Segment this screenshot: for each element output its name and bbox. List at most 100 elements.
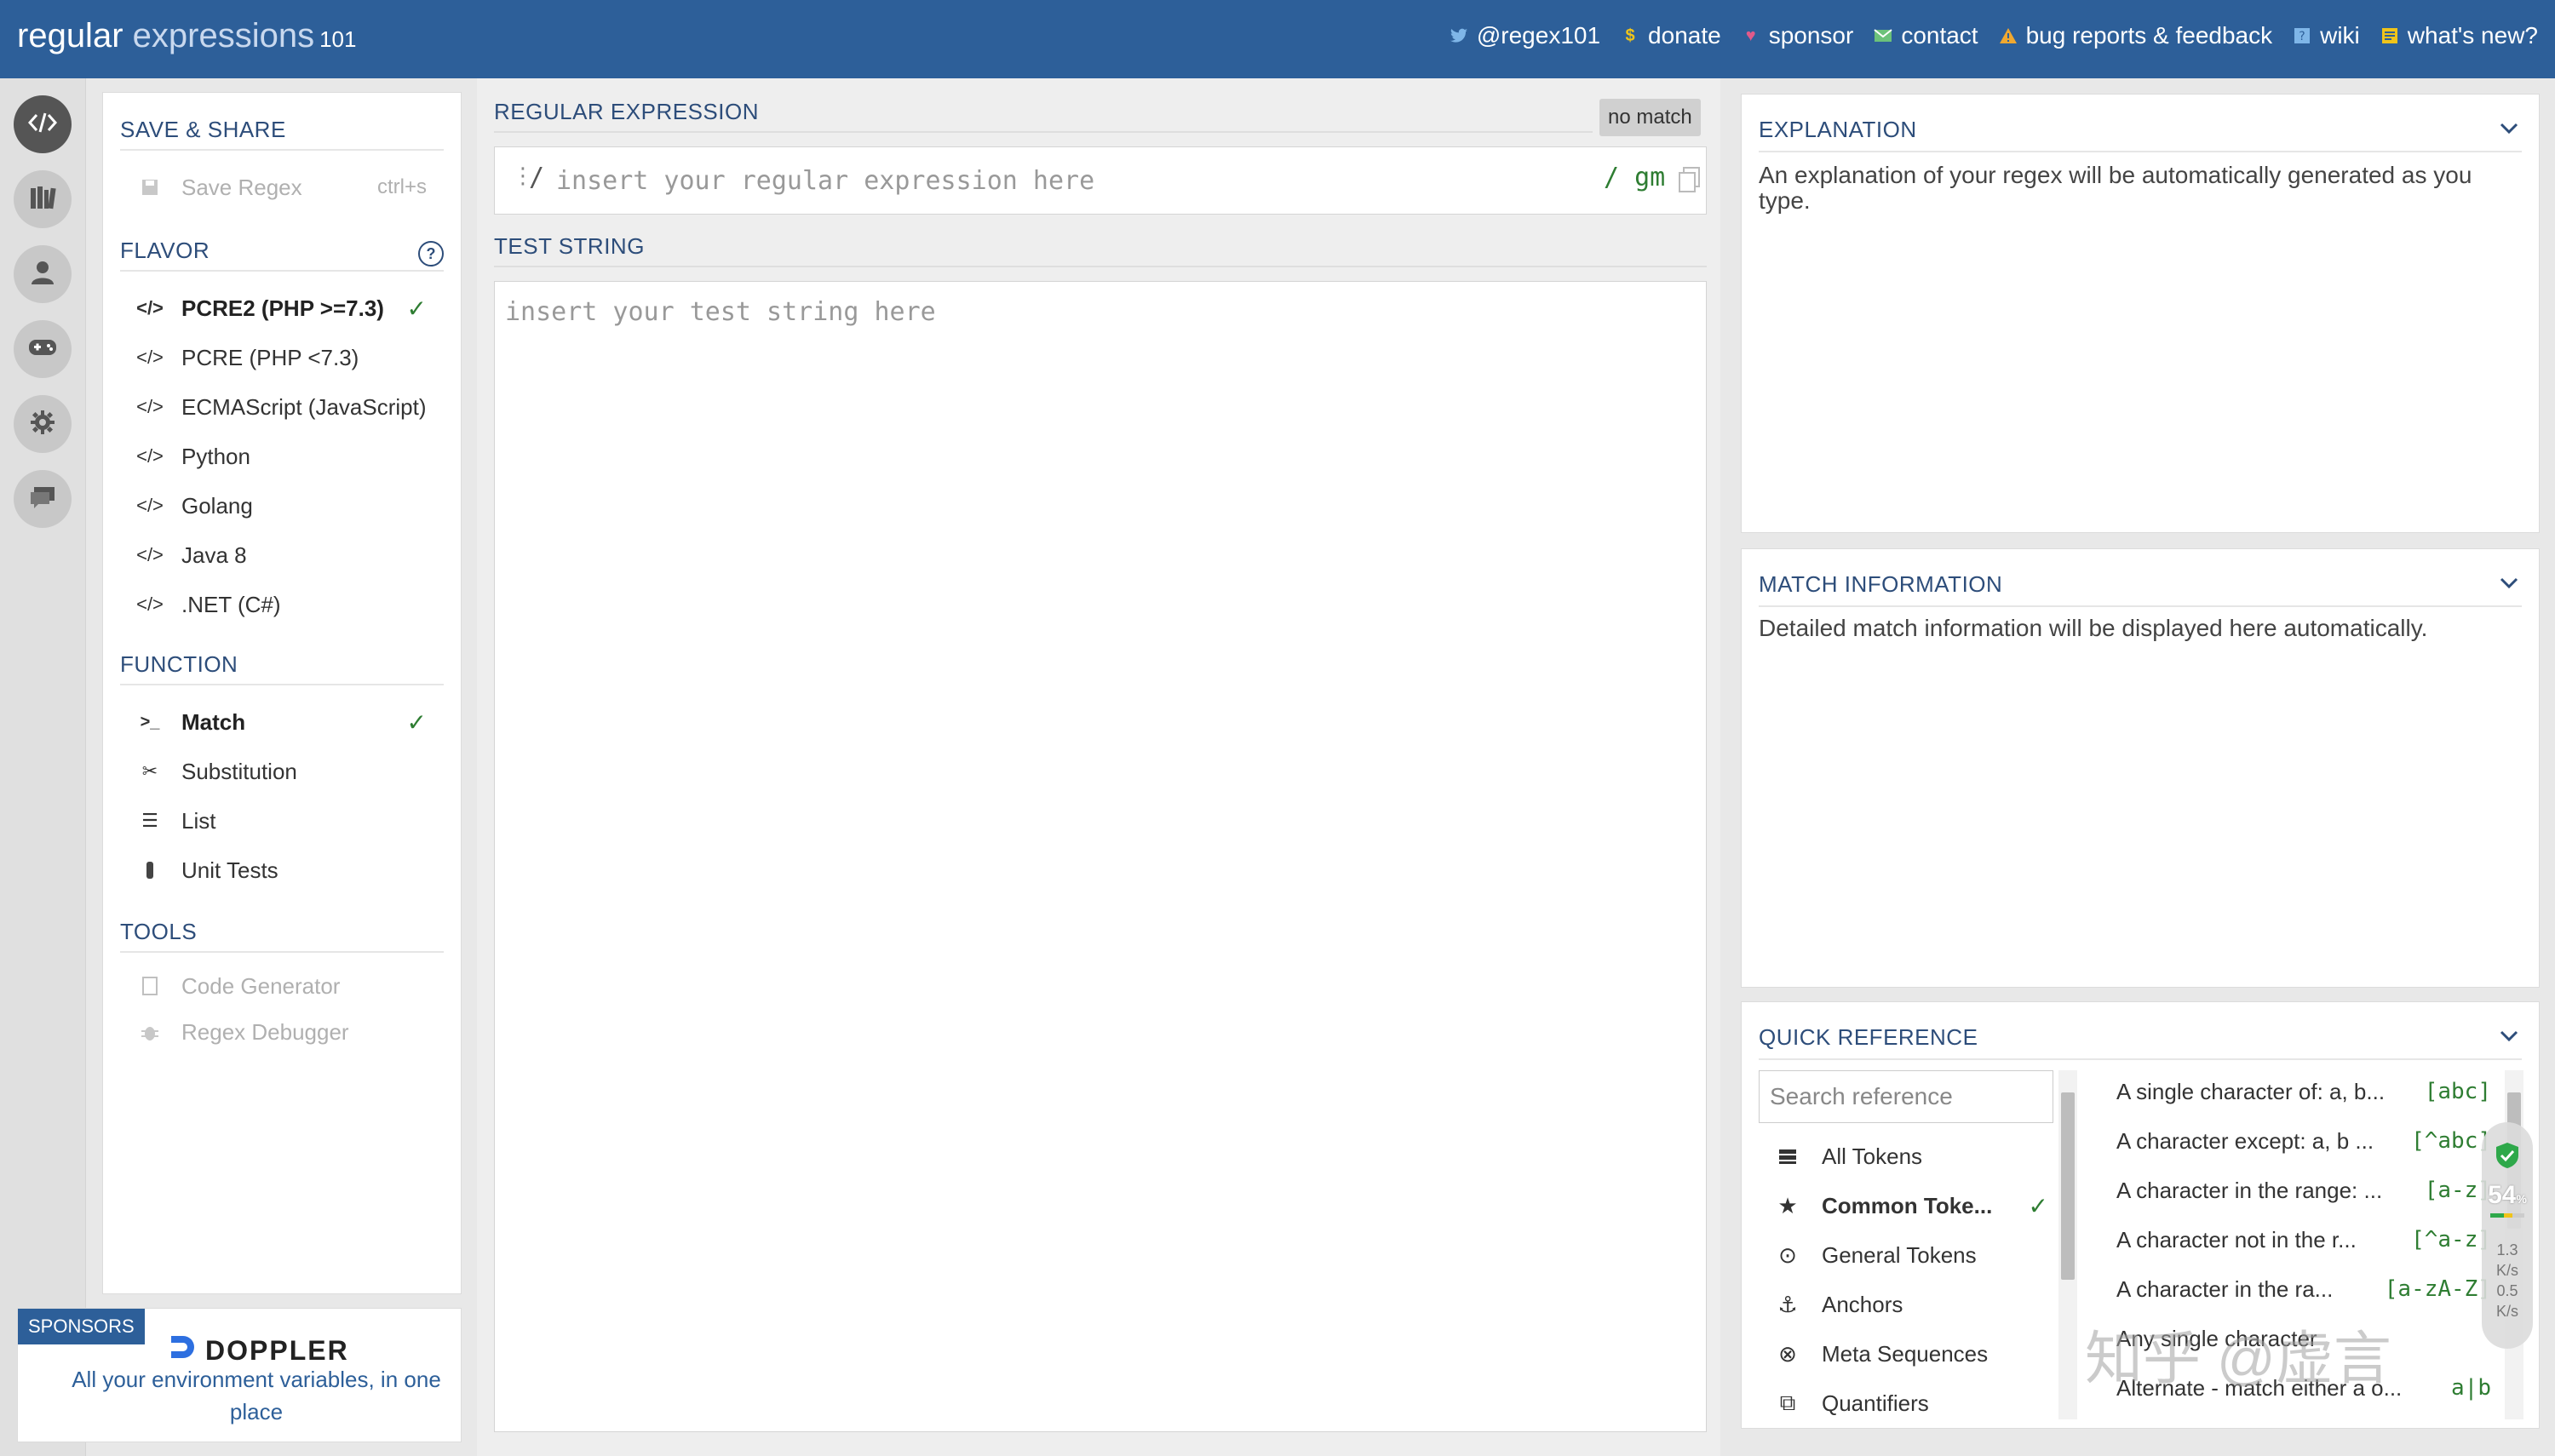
explanation-title: EXPLANATION — [1759, 117, 1917, 142]
flask-icon — [137, 861, 163, 880]
reference-row[interactable]: A character except: a, b ... [^abc] — [2116, 1120, 2491, 1162]
heart-icon: ♥ — [1745, 26, 1756, 45]
reference-row[interactable]: A character not in the r... [^a-z] — [2116, 1218, 2491, 1261]
reference-row[interactable]: A character in the ra... [a-zA-Z] — [2116, 1268, 2491, 1310]
nav-wiki[interactable]: ? wiki — [2293, 22, 2360, 49]
match-status-badge: no match — [1599, 99, 1701, 136]
category-quantifiers[interactable]: ⧉ Quantifiers — [1776, 1382, 2048, 1424]
category-label: All Tokens — [1822, 1143, 1923, 1169]
rail-account-button[interactable] — [14, 245, 72, 303]
sponsor-brand-name: DOPPLER — [205, 1334, 349, 1366]
save-regex-label: Save Regex — [181, 174, 302, 200]
app-logo[interactable]: regular expressions 101 — [17, 17, 356, 55]
rail-quiz-button[interactable] — [14, 320, 72, 378]
question-icon: ? — [2293, 26, 2311, 45]
regex-flags[interactable]: / gm — [1604, 163, 1665, 192]
function-substitution[interactable]: ✂ Substitution — [137, 750, 444, 793]
category-meta-sequences[interactable]: ⊗ Meta Sequences — [1776, 1333, 2048, 1375]
nav-donate[interactable]: $ donate — [1621, 22, 1721, 49]
target-icon: ⊙ — [1778, 1241, 1797, 1268]
reference-search-input[interactable] — [1759, 1070, 2053, 1123]
code-icon: </> — [136, 593, 164, 615]
upload-unit: K/s — [2495, 1262, 2518, 1279]
copy-icon[interactable] — [1677, 166, 1702, 195]
code-icon: </> — [136, 495, 164, 516]
function-list[interactable]: ☰ List — [137, 800, 444, 842]
flavor-golang[interactable]: </> Golang — [136, 484, 444, 527]
rail-chat-button[interactable] — [14, 470, 72, 528]
flavor-dotnet[interactable]: </> .NET (C#) — [136, 583, 444, 626]
match-info-text: Detailed match information will be displ… — [1759, 615, 2428, 641]
nav-whats-new[interactable]: what's new? — [2380, 22, 2538, 49]
flavor-help-icon[interactable]: ? — [418, 241, 444, 267]
function-match[interactable]: >_ Match ✓ — [137, 701, 444, 743]
flavor-java[interactable]: </> Java 8 — [136, 534, 444, 576]
chat-icon — [29, 485, 56, 513]
nav-contact[interactable]: contact — [1874, 22, 1978, 49]
tool-regex-debugger[interactable]: Regex Debugger — [137, 1011, 444, 1053]
upload-speed: 1.3 — [2496, 1241, 2518, 1258]
tool-code-generator[interactable]: Code Generator — [137, 965, 444, 1007]
tool-label: Regex Debugger — [181, 1018, 349, 1045]
code-icon — [27, 112, 58, 138]
reference-row[interactable]: A character in the range: ... [a-z] — [2116, 1169, 2491, 1212]
flavor-python[interactable]: </> Python — [136, 435, 444, 478]
reference-row[interactable]: A single character of: a, b... [abc] — [2116, 1070, 2491, 1113]
function-label: Match — [181, 708, 246, 735]
chevron-down-icon[interactable] — [2498, 571, 2520, 593]
category-anchors[interactable]: ⚓ Anchors — [1776, 1283, 2048, 1326]
rail-editor-button[interactable] — [14, 95, 72, 153]
check-icon: ✓ — [2028, 1192, 2048, 1219]
nav-bug-reports[interactable]: bug reports & feedback — [1999, 22, 2272, 49]
regex-input[interactable] — [554, 161, 1512, 200]
nav-sponsor[interactable]: ♥ sponsor — [1742, 22, 1854, 49]
scissors-icon: ✂ — [141, 760, 158, 782]
logo-number: 101 — [319, 26, 357, 52]
category-label: General Tokens — [1822, 1241, 1977, 1268]
list-icon: ☰ — [141, 810, 158, 831]
test-string-input[interactable] — [503, 295, 1699, 1423]
match-info-title: MATCH INFORMATION — [1759, 571, 2003, 597]
download-speed: 0.5 — [2496, 1282, 2518, 1299]
category-scrollbar[interactable] — [2058, 1070, 2077, 1419]
mail-icon — [1874, 26, 1892, 45]
speed-percent-unit: % — [2516, 1192, 2527, 1206]
chevron-down-icon[interactable] — [2498, 1024, 2520, 1046]
scrollbar-thumb[interactable] — [2061, 1092, 2075, 1280]
star-icon: ★ — [1777, 1192, 1798, 1218]
flavor-ecmascript[interactable]: </> ECMAScript (JavaScript) — [136, 386, 444, 428]
function-label: List — [181, 807, 216, 834]
category-general-tokens[interactable]: ⊙ General Tokens — [1776, 1234, 2048, 1276]
quantifier-icon: ⧉ — [1779, 1390, 1796, 1415]
test-string-editor — [494, 281, 1707, 1432]
nav-label: donate — [1648, 22, 1721, 49]
bug-icon — [137, 1023, 163, 1041]
rail-settings-button[interactable] — [14, 395, 72, 453]
gamepad-icon — [28, 337, 57, 362]
nav-label: sponsor — [1768, 22, 1854, 49]
reference-description: A character in the ra... — [2116, 1275, 2334, 1302]
code-icon: </> — [136, 396, 164, 417]
tool-label: Code Generator — [181, 972, 341, 999]
sponsor-card[interactable]: SPONSORS DOPPLER All your environment va… — [17, 1308, 462, 1442]
sponsor-tagline: All your environment variables, in one p… — [72, 1367, 441, 1424]
flavor-label: ECMAScript (JavaScript) — [181, 393, 427, 420]
tools-title: TOOLS — [120, 919, 198, 944]
divider — [120, 149, 444, 151]
top-nav: @regex101 $ donate ♥ sponsor contact bug… — [1450, 22, 2538, 49]
function-unit-tests[interactable]: Unit Tests — [137, 849, 444, 891]
meta-icon: ⊗ — [1778, 1340, 1797, 1367]
flavor-pcre2[interactable]: </> PCRE2 (PHP >=7.3) ✓ — [136, 287, 444, 330]
flavor-pcre[interactable]: </> PCRE (PHP <7.3) — [136, 336, 444, 379]
category-label: Quantifiers — [1822, 1390, 1929, 1416]
nav-label: @regex101 — [1476, 22, 1601, 49]
rail-library-button[interactable] — [14, 170, 72, 228]
chevron-down-icon[interactable] — [2498, 117, 2520, 139]
terminal-icon: >_ — [140, 712, 160, 731]
category-common-tokens[interactable]: ★ Common Toke... ✓ — [1776, 1184, 2048, 1227]
category-all-tokens[interactable]: All Tokens — [1776, 1135, 2048, 1178]
divider — [494, 131, 1593, 133]
save-regex-button[interactable]: Save Regex ctrl+s — [137, 166, 444, 209]
nav-twitter[interactable]: @regex101 — [1450, 22, 1600, 49]
reference-description: A character except: a, b ... — [2116, 1127, 2374, 1154]
